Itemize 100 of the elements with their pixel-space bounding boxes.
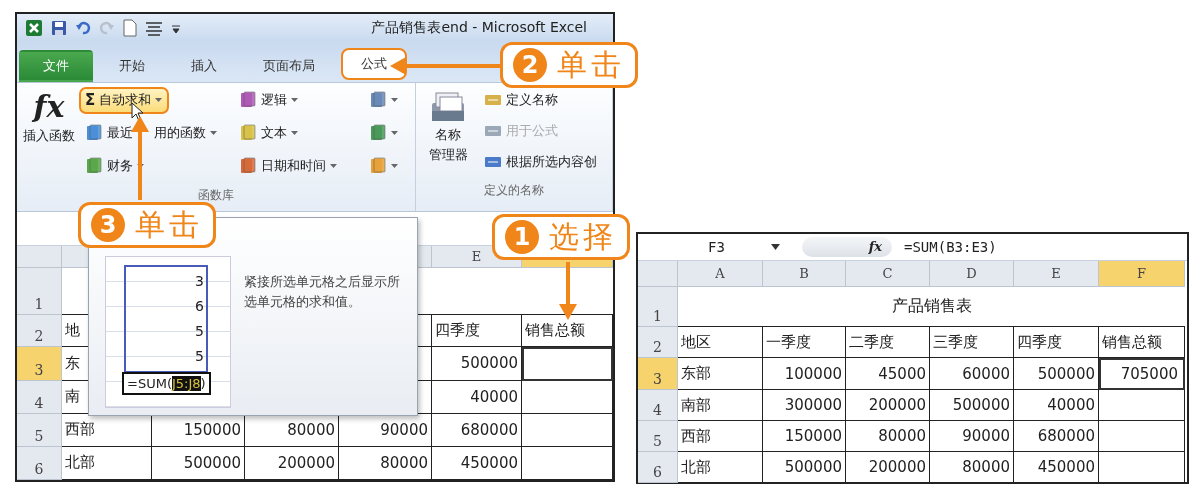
table-cell: 500000 [1014, 358, 1099, 390]
book-icon [85, 124, 103, 143]
table-cell: 300000 [763, 390, 846, 421]
book-icon [369, 124, 387, 143]
step-label: 选择 [549, 217, 617, 256]
function-menu-button[interactable]: Σ 自动求和 [79, 86, 170, 114]
function-menu-button[interactable]: 财务 [79, 152, 151, 180]
table-cell: 45000 [846, 358, 930, 390]
row-header[interactable]: 5 [17, 414, 62, 447]
table-cell: 四季度 [432, 315, 522, 347]
group-label: 函数库 [197, 186, 235, 204]
caret-icon [391, 163, 399, 170]
book-icon [369, 91, 387, 110]
column-header[interactable]: A [678, 261, 763, 287]
caret-icon [391, 97, 399, 104]
table-cell: 705000 [1099, 358, 1185, 390]
column-header[interactable]: E [1014, 261, 1099, 287]
step-number: 1 [505, 220, 539, 254]
tooltip-text: 紧接所选单元格之后显示所选单元格的求和值。 [244, 273, 401, 311]
window-title: 产品销售表end - Microsoft Excel [371, 18, 587, 37]
ribbon-tab[interactable]: 页面布局 [243, 49, 335, 82]
save-icon[interactable] [51, 19, 67, 36]
insert-function-button[interactable]: fx 插入函数 [21, 86, 77, 184]
book-icon [239, 124, 257, 143]
row-header[interactable]: 2 [638, 327, 678, 358]
table-cell: 150000 [763, 421, 846, 452]
caret-icon [210, 130, 218, 137]
name-manager-button[interactable]: 名称 管理器 [420, 86, 476, 179]
table-cell: 40000 [1014, 390, 1099, 421]
menu-label: 用的函数 [154, 124, 206, 143]
defined-name-button[interactable]: 定义名称 [478, 86, 603, 114]
caret-icon [291, 130, 299, 137]
step-label: 单击 [135, 205, 203, 244]
preview-value: 5 [195, 323, 204, 339]
row-header[interactable]: 3 [17, 347, 62, 381]
table-cell: 200000 [245, 447, 339, 480]
book-icon [239, 91, 257, 110]
table-cell: 西部 [678, 421, 763, 452]
table-cell: 一季度 [763, 327, 846, 358]
caret-icon [155, 97, 164, 104]
row-header[interactable]: 2 [17, 315, 62, 347]
ribbon-tab[interactable]: 文件 [19, 49, 93, 82]
table-cell: 地区 [678, 327, 763, 358]
table-cell: 北部 [62, 447, 152, 480]
table-cell: 90000 [930, 421, 1014, 452]
arrow [559, 262, 577, 320]
step-label: 单击 [557, 45, 625, 84]
row-header[interactable]: 6 [638, 452, 678, 483]
app-logo-icon[interactable] [25, 18, 43, 37]
undo-icon[interactable] [75, 19, 91, 36]
caret-icon [330, 163, 338, 170]
table-cell: 450000 [1014, 452, 1099, 483]
ribbon-tab[interactable]: 开始 [99, 49, 165, 82]
table-cell: 680000 [432, 414, 522, 447]
row-header[interactable]: 4 [638, 390, 678, 421]
preview-value: 6 [195, 298, 204, 314]
title-cell: 产品销售表 [678, 287, 1185, 327]
table-cell: 200000 [846, 452, 930, 483]
column-header[interactable]: D [930, 261, 1014, 287]
table-cell: 450000 [432, 447, 522, 480]
row-header[interactable]: 1 [17, 268, 62, 315]
name-box[interactable]: F3 [638, 239, 788, 255]
table-cell: 80000 [846, 421, 930, 452]
row-header[interactable]: 4 [17, 381, 62, 414]
function-menu-button[interactable]: 文本 [233, 119, 305, 147]
table-cell: 80000 [339, 447, 432, 480]
caret-icon [391, 130, 399, 137]
step-number: 2 [513, 48, 547, 82]
table-cell: 南部 [678, 390, 763, 421]
preview-value: 3 [195, 273, 204, 289]
row-header[interactable]: 3 [638, 358, 678, 390]
book-icon [85, 157, 103, 176]
defined-name-button[interactable]: 根据所选内容创 [478, 148, 603, 176]
table-cell: 200000 [846, 390, 930, 421]
table-cell: 销售总额 [1099, 327, 1185, 358]
row-header[interactable]: 1 [638, 287, 678, 327]
column-header[interactable]: F [1099, 261, 1185, 287]
caret-icon [291, 97, 299, 104]
ribbon-tab[interactable]: 公式 [341, 47, 407, 80]
table-cell: 500000 [432, 347, 522, 381]
group-label: 定义的名称 [483, 181, 545, 199]
insert-function-button[interactable]: fx [802, 237, 892, 257]
document-icon[interactable] [123, 18, 137, 37]
function-menu-button[interactable]: 日期和时间 [233, 152, 344, 180]
table-cell: 680000 [1014, 421, 1099, 452]
table-cell: 东部 [678, 358, 763, 390]
function-menu-button[interactable]: 逻辑 [233, 86, 305, 114]
column-header[interactable]: C [846, 261, 930, 287]
table-cell: 500000 [763, 452, 846, 483]
table-cell: 二季度 [846, 327, 930, 358]
table-cell: 四季度 [1014, 327, 1099, 358]
table-cell: 60000 [930, 358, 1014, 390]
book-icon [369, 157, 387, 176]
formula-field[interactable]: =SUM(B3:E3) [904, 239, 997, 255]
table-cell: 三季度 [930, 327, 1014, 358]
ribbon-tab[interactable]: 插入 [171, 49, 237, 82]
row-header[interactable]: 5 [638, 421, 678, 452]
column-header[interactable]: B [763, 261, 846, 287]
row-header[interactable]: 6 [17, 447, 62, 480]
lines-icon[interactable] [145, 19, 163, 36]
